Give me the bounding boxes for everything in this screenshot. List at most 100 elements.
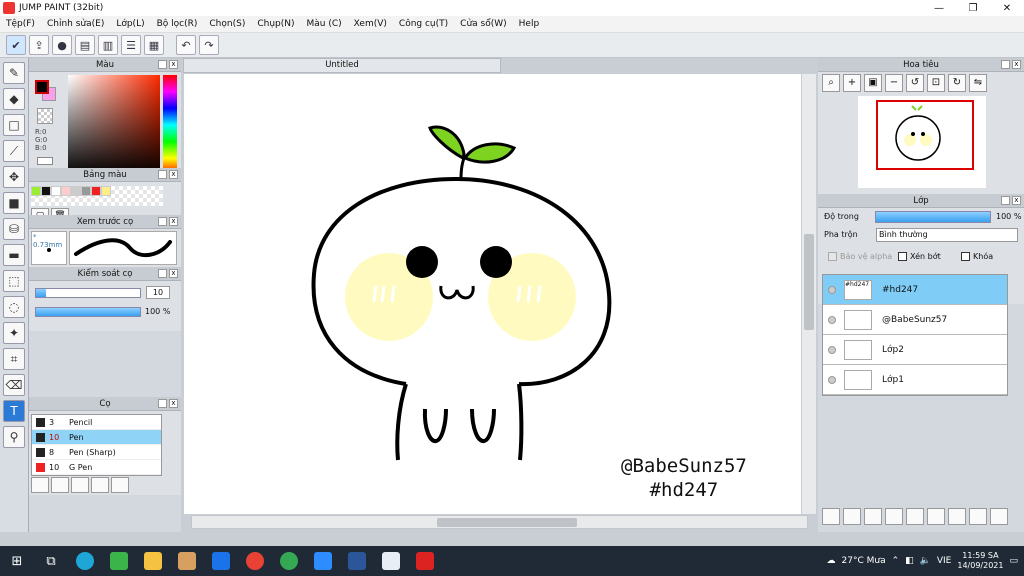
rotate-right-icon[interactable]: ↻ <box>948 74 966 92</box>
flip-icon[interactable]: ⇋ <box>969 74 987 92</box>
palette-swatch[interactable] <box>91 186 101 196</box>
brush-item[interactable]: 10 G Pen <box>32 460 161 475</box>
menu-view[interactable]: Xem(V) <box>348 19 393 29</box>
network-icon[interactable]: ◧ <box>905 556 914 566</box>
brush-item[interactable]: 10 Pen <box>32 430 161 445</box>
volume-icon[interactable]: 🔈 <box>920 556 931 566</box>
menu-color[interactable]: Màu (C) <box>301 19 348 29</box>
page-icon[interactable]: ▥ <box>98 35 118 55</box>
weather-text[interactable]: 27°C Mưa <box>842 556 886 566</box>
input-language[interactable]: VIE <box>937 556 952 566</box>
word-icon[interactable] <box>340 546 374 576</box>
menu-edit[interactable]: Chỉnh sửa(E) <box>41 19 110 29</box>
horizontal-scrollbar[interactable] <box>191 515 808 529</box>
brush-settings-icon[interactable] <box>31 477 49 493</box>
maximize-button[interactable]: ❐ <box>956 3 990 14</box>
gradient-tool-icon[interactable]: ▬ <box>3 244 25 266</box>
new-screen-layer-icon[interactable] <box>885 508 903 525</box>
close-icon[interactable]: x <box>169 399 178 408</box>
menu-help[interactable]: Help <box>513 19 546 29</box>
blend-mode-select[interactable]: Bình thường <box>876 228 1018 242</box>
grid-icon[interactable]: ▦ <box>144 35 164 55</box>
new-layer-icon[interactable] <box>822 508 840 525</box>
eraser-tool-icon[interactable]: ◆ <box>3 88 25 110</box>
brush-size-input[interactable]: 10 <box>146 286 170 299</box>
palette-swatch[interactable] <box>71 186 81 196</box>
open-folder-icon[interactable] <box>111 477 129 493</box>
merge-layer-icon[interactable] <box>948 508 966 525</box>
new-halftone-layer-icon[interactable] <box>843 508 861 525</box>
layer-settings-icon[interactable] <box>969 508 987 525</box>
palette-swatch[interactable] <box>31 186 41 196</box>
brush-tool-icon[interactable]: ✎ <box>3 62 25 84</box>
undo-icon[interactable]: ↶ <box>176 35 196 55</box>
show-hidden-icons[interactable]: ⌃ <box>892 556 900 566</box>
magic-wand-tool-icon[interactable]: ✦ <box>3 322 25 344</box>
color-mode-toggle[interactable] <box>37 157 53 165</box>
close-icon[interactable]: x <box>169 269 178 278</box>
select-pen-tool-icon[interactable]: ⌗ <box>3 348 25 370</box>
brush-item[interactable]: 3 Pencil <box>32 415 161 430</box>
windows-start-icon[interactable]: ⊞ <box>0 546 34 576</box>
close-button[interactable]: ✕ <box>990 3 1024 14</box>
popout-icon[interactable] <box>1001 60 1010 69</box>
transparent-color-swatch[interactable] <box>37 108 53 124</box>
new-folder-icon[interactable] <box>906 508 924 525</box>
zoom-app-icon[interactable] <box>306 546 340 576</box>
lasso-tool-icon[interactable]: ◌ <box>3 296 25 318</box>
file-explorer-icon[interactable] <box>136 546 170 576</box>
brush-opacity-slider[interactable] <box>35 307 141 317</box>
layer-row[interactable]: #hd247 #hd247 <box>823 275 1007 305</box>
lock-checkbox[interactable]: Khóa <box>961 252 993 261</box>
clock[interactable]: 11:59 SA 14/09/2021 <box>957 551 1003 571</box>
document-tab[interactable]: Untitled <box>183 58 501 73</box>
select-rect-tool-icon[interactable]: ⬚ <box>3 270 25 292</box>
hue-slider[interactable] <box>163 75 177 175</box>
popout-icon[interactable] <box>1001 196 1010 205</box>
line-tool-icon[interactable]: ⟋ <box>3 140 25 162</box>
foreground-color-swatch[interactable] <box>35 80 49 94</box>
layer-row[interactable]: Lớp1 <box>823 365 1007 395</box>
brush-folder-icon[interactable] <box>71 477 89 493</box>
menu-capture[interactable]: Chụp(N) <box>251 19 300 29</box>
palette-swatch[interactable] <box>101 186 111 196</box>
close-icon[interactable]: x <box>169 60 178 69</box>
fill-rect-tool-icon[interactable]: ■ <box>3 192 25 214</box>
menu-window[interactable]: Cửa sổ(W) <box>454 19 512 29</box>
clipping-checkbox[interactable]: Xén bớt <box>898 252 941 261</box>
bucket-tool-icon[interactable]: ⛁ <box>3 218 25 240</box>
close-icon[interactable]: x <box>169 170 178 179</box>
menu-filter[interactable]: Bộ lọc(R) <box>151 19 204 29</box>
app-pen-icon[interactable] <box>170 546 204 576</box>
jump-paint-icon[interactable] <box>408 546 442 576</box>
properties-icon[interactable]: ☰ <box>121 35 141 55</box>
task-view-icon[interactable]: ⧉ <box>34 546 68 576</box>
chrome-profile-icon[interactable] <box>272 546 306 576</box>
palette-swatch[interactable] <box>51 186 61 196</box>
visibility-icon[interactable] <box>828 375 836 384</box>
chrome-icon[interactable] <box>238 546 272 576</box>
visibility-icon[interactable] <box>828 315 836 324</box>
rotate-left-icon[interactable]: ↺ <box>906 74 924 92</box>
zalo-icon[interactable] <box>204 546 238 576</box>
palette-swatch[interactable] <box>61 186 71 196</box>
menu-tools[interactable]: Công cụ(T) <box>393 19 454 29</box>
text-tool-icon[interactable]: T <box>3 400 25 422</box>
fit-window-icon[interactable]: ⊡ <box>927 74 945 92</box>
horizontal-scroll-thumb[interactable] <box>437 518 577 527</box>
minimize-button[interactable]: — <box>922 3 956 14</box>
menu-file[interactable]: Tệp(F) <box>0 19 41 29</box>
protect-alpha-checkbox[interactable]: Bảo vệ alpha <box>828 252 892 261</box>
visibility-icon[interactable] <box>828 285 836 294</box>
new-layer-8bit-icon[interactable] <box>864 508 882 525</box>
vertical-scroll-thumb[interactable] <box>804 234 814 330</box>
popout-icon[interactable] <box>158 269 167 278</box>
zoom-fit-icon[interactable]: ⌕ <box>822 74 840 92</box>
new-brush-icon[interactable] <box>51 477 69 493</box>
popout-icon[interactable] <box>158 217 167 226</box>
delete-layer-icon[interactable] <box>990 508 1008 525</box>
brush-size-slider[interactable] <box>35 288 141 298</box>
brush-item[interactable]: 8 Pen (Sharp) <box>32 445 161 460</box>
copy-brush-icon[interactable] <box>91 477 109 493</box>
unikey-icon[interactable] <box>374 546 408 576</box>
